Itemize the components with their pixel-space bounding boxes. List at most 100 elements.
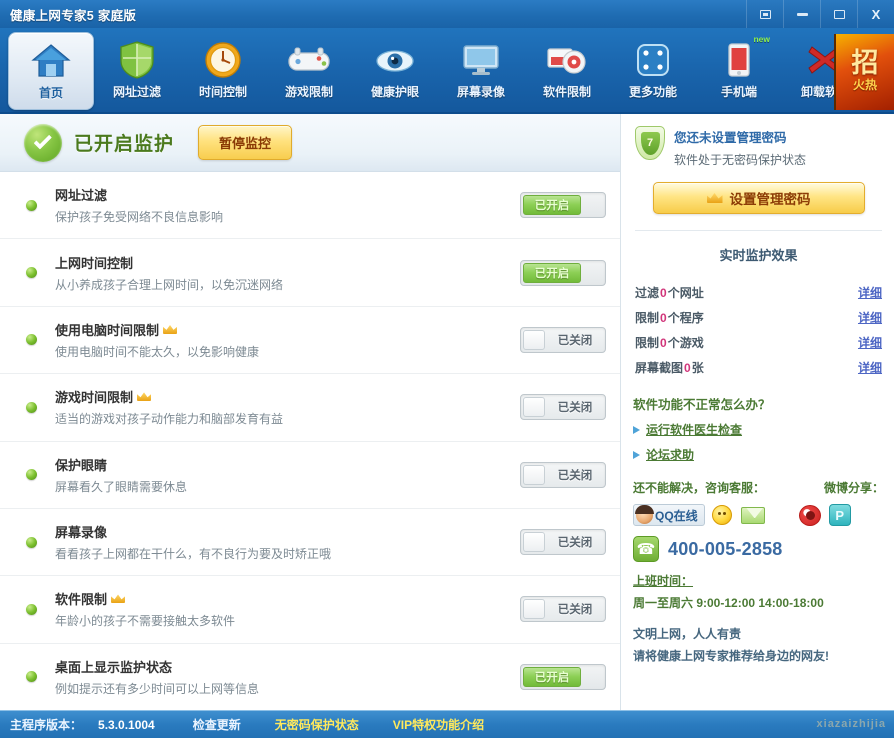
feature-title-wrap: 游戏时间限制 — [55, 387, 520, 406]
service-row: 还不能解决，咨询客服： 微博分享： — [633, 479, 884, 496]
nav-label: 游戏限制 — [284, 85, 333, 99]
stat-value: 0 — [660, 286, 667, 300]
nav-item-home[interactable]: 首页 — [8, 32, 94, 110]
toggle-knob — [523, 329, 545, 350]
new-badge: new — [753, 34, 770, 44]
feature-toggle[interactable]: 已开启 — [520, 663, 606, 690]
help-link-row[interactable]: 论坛求助 — [633, 446, 884, 463]
stat-label-before: 屏幕截图 — [635, 361, 684, 375]
qq-online-label: QQ在线 — [655, 508, 698, 523]
minimize-button[interactable] — [783, 0, 820, 28]
toggle-knob — [523, 532, 545, 553]
feature-row[interactable]: 上网时间控制 从小养成孩子合理上网时间，以免沉迷网络 已开启 — [0, 239, 620, 307]
feature-texts: 软件限制 年龄小的孩子不需要接触太多软件 — [55, 589, 520, 629]
help-link-row[interactable]: 运行软件医生检查 — [633, 421, 884, 438]
stat-label-after: 个游戏 — [667, 336, 704, 350]
toggle-label: 已开启 — [523, 195, 581, 216]
feature-row[interactable]: 使用电脑时间限制 使用电脑时间不能太久，以免影响健康 已关闭 — [0, 307, 620, 375]
feature-toggle[interactable]: 已关闭 — [520, 461, 606, 488]
password-state-label[interactable]: 无密码保护状态 — [275, 716, 359, 733]
stat-label-before: 过滤 — [635, 286, 660, 300]
feature-title: 屏幕录像 — [55, 525, 108, 541]
stat-detail-link[interactable]: 详细 — [858, 284, 882, 301]
check-update-link[interactable]: 检查更新 — [193, 716, 241, 733]
qq-online-button[interactable]: QQ在线 — [633, 504, 705, 526]
feature-toggle[interactable]: 已关闭 — [520, 394, 606, 421]
skin-button[interactable] — [746, 0, 783, 28]
status-dot-icon — [26, 469, 37, 481]
nav-item-screen-record[interactable]: 屏幕录像 — [438, 32, 524, 110]
feature-row[interactable]: 桌面上显示监护状态 例如提示还有多少时间可以上网等信息 已开启 — [0, 644, 620, 710]
toggle-label: 已关闭 — [557, 402, 593, 415]
monitor-status-text: 已开启监护 — [74, 134, 175, 155]
stat-detail-link[interactable]: 详细 — [858, 309, 882, 326]
close-icon: X — [871, 6, 881, 22]
run-doctor-link[interactable]: 运行软件医生检查 — [646, 421, 742, 438]
nav-item-time-control[interactable]: 时间控制 — [180, 32, 266, 110]
stat-value: 0 — [660, 336, 667, 350]
feature-texts: 屏幕录像 看看孩子上网都在干什么，有不良行为要及时矫正哦 — [55, 522, 520, 562]
stat-label-before: 限制 — [635, 336, 660, 350]
password-warning-sub: 软件处于无密码保护状态 — [674, 153, 807, 167]
check-mark-icon — [33, 131, 52, 150]
stat-detail-link[interactable]: 详细 — [858, 359, 882, 376]
pause-monitor-button[interactable]: 暂停监控 — [198, 125, 293, 160]
feature-toggle[interactable]: 已关闭 — [520, 529, 606, 556]
set-password-button[interactable]: 设置管理密码 — [652, 182, 865, 214]
feature-toggle[interactable]: 已关闭 — [520, 596, 606, 623]
nav-label: 手机端 — [720, 85, 757, 99]
work-hours-title: 上班时间： — [633, 574, 694, 588]
maximize-icon — [833, 9, 845, 19]
maximize-button[interactable] — [820, 0, 857, 28]
toggle-label: 已开启 — [523, 262, 581, 283]
nav-item-eye-health[interactable]: 健康护眼 — [352, 32, 438, 110]
nav-label: 屏幕录像 — [456, 85, 505, 99]
toggle-label: 已关闭 — [557, 537, 593, 550]
email-icon[interactable] — [740, 506, 765, 524]
weibo-icon[interactable] — [798, 504, 821, 526]
toggle-label: 已关闭 — [557, 469, 593, 482]
stat-row: 限制0个程序 详细 — [633, 305, 884, 330]
stat-text: 过滤0个网址 — [635, 284, 704, 301]
title-bar: 健康上网专家5 家庭版 X — [0, 0, 894, 28]
feature-row[interactable]: 网址过滤 保护孩子免受网络不良信息影响 已开启 — [0, 172, 620, 240]
feature-title: 保护眼睛 — [55, 457, 108, 473]
feature-desc: 屏幕看久了眼睛需要休息 — [55, 479, 188, 494]
toggle-knob — [523, 397, 545, 418]
pengyou-icon[interactable]: P — [828, 504, 851, 526]
promo-banner[interactable]: 招 火热 — [834, 34, 894, 110]
window-controls: X — [746, 0, 894, 28]
nav-item-software-limit[interactable]: 软件限制 — [524, 32, 610, 110]
vip-intro-link[interactable]: VIP特权功能介绍 — [393, 716, 484, 733]
feature-row[interactable]: 游戏时间限制 适当的游戏对孩子动作能力和脑部发育有益 已关闭 — [0, 374, 620, 442]
nav-item-url-filter[interactable]: 网址过滤 — [94, 32, 180, 110]
nav-item-game-limit[interactable]: 游戏限制 — [266, 32, 352, 110]
qq-avatar-icon — [635, 504, 654, 524]
slogan-line-1: 文明上网，人人有责 — [633, 627, 742, 641]
forum-help-link[interactable]: 论坛求助 — [646, 446, 694, 463]
watermark: xiazaizhijia — [816, 718, 886, 730]
feature-row[interactable]: 保护眼睛 屏幕看久了眼睛需要休息 已关闭 — [0, 442, 620, 509]
feature-row[interactable]: 软件限制 年龄小的孩子不需要接触太多软件 已关闭 — [0, 576, 620, 644]
vip-crown-icon — [163, 324, 178, 334]
stat-value: 0 — [684, 361, 691, 375]
nav-item-more-features[interactable]: 更多功能 — [610, 32, 696, 110]
close-button[interactable]: X — [857, 0, 894, 28]
gamepad-icon — [285, 38, 333, 82]
feature-desc: 适当的游戏对孩子动作能力和脑部发育有益 — [55, 412, 284, 427]
status-dot-icon — [26, 603, 37, 615]
contact-icons-row: QQ在线 P — [633, 504, 884, 526]
stat-text: 限制0个程序 — [635, 309, 704, 326]
feature-toggle[interactable]: 已开启 — [520, 192, 606, 219]
app-title: 健康上网专家5 家庭版 — [10, 8, 137, 23]
nav-item-mobile[interactable]: new 手机端 — [696, 32, 782, 110]
app-window: 健康上网专家5 家庭版 X 首页 网址过滤 时间控制 游戏限制 健康护眼 屏幕录… — [0, 0, 894, 738]
feature-row[interactable]: 屏幕录像 看看孩子上网都在干什么，有不良行为要及时矫正哦 已关闭 — [0, 509, 620, 577]
qq-smiley-icon[interactable] — [711, 505, 732, 525]
feature-toggle[interactable]: 已关闭 — [520, 326, 606, 353]
phone-icon — [715, 38, 763, 82]
dice-icon — [629, 38, 677, 82]
stat-detail-link[interactable]: 详细 — [858, 334, 882, 351]
feature-toggle[interactable]: 已开启 — [520, 259, 606, 286]
feature-title: 网址过滤 — [55, 188, 108, 204]
